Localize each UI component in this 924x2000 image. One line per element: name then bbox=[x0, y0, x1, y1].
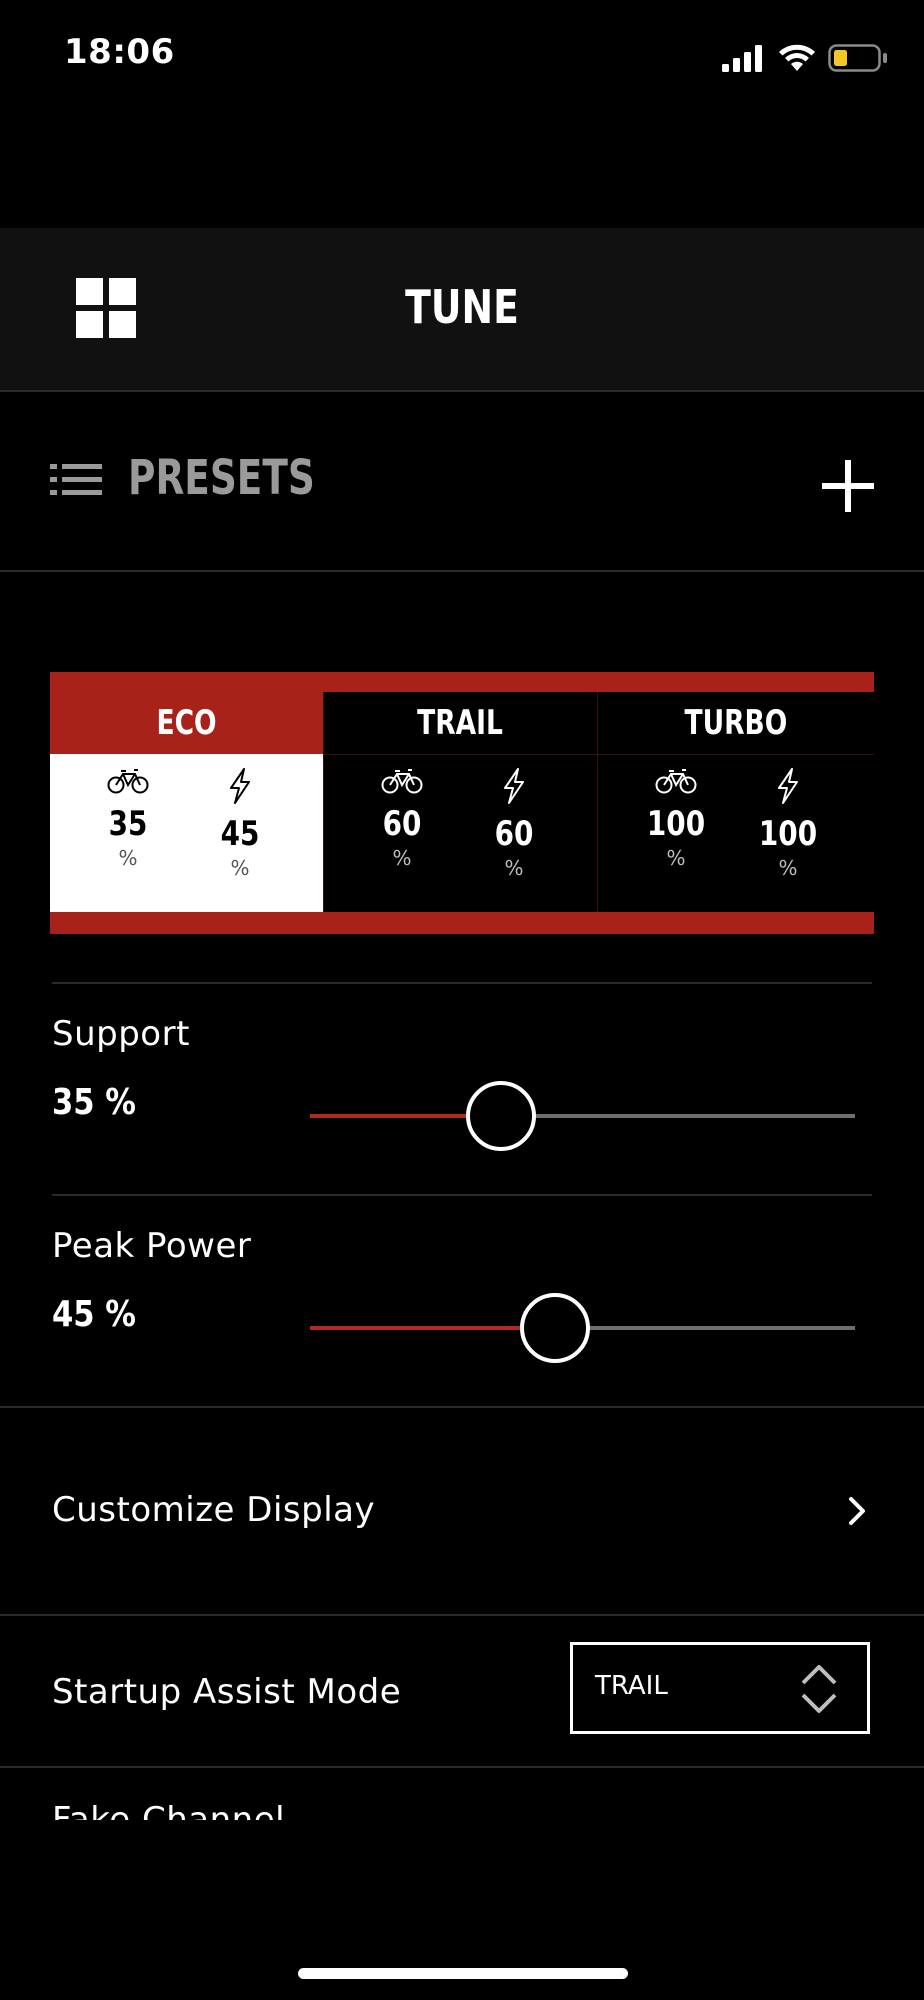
support-value-text: 35 % bbox=[52, 1082, 136, 1123]
startup-assist-row: Startup Assist Mode TRAIL bbox=[0, 1616, 924, 1766]
peak-power-slider-fill bbox=[310, 1326, 556, 1330]
support-label: Support bbox=[52, 1014, 190, 1054]
customize-display-label: Customize Display bbox=[52, 1490, 376, 1530]
peak-power-slider-block: Peak Power 45 % bbox=[0, 1196, 924, 1406]
lightning-icon bbox=[230, 768, 250, 804]
peak-power-slider-thumb[interactable] bbox=[520, 1293, 591, 1363]
mode-name: TURBO bbox=[598, 692, 874, 755]
startup-assist-selected: TRAIL bbox=[595, 1671, 668, 1701]
peak-unit: % bbox=[778, 856, 798, 880]
peak-value: 100 bbox=[758, 814, 818, 854]
mode-values: 35 % 45 % bbox=[50, 754, 323, 912]
support-value: 60 bbox=[382, 804, 422, 844]
customize-display-row[interactable]: Customize Display bbox=[0, 1408, 924, 1614]
mode-eco[interactable]: ECO 35 % 45 % bbox=[50, 692, 324, 912]
chevron-right-icon bbox=[849, 1497, 865, 1525]
assist-mode-selector: ECO 35 % 45 % TRAIL 60 % 60 % TURBO 100 … bbox=[50, 672, 874, 934]
divider bbox=[0, 1766, 924, 1768]
peak-column: 45 % bbox=[190, 768, 290, 880]
mode-name: TRAIL bbox=[324, 692, 597, 755]
lightning-icon bbox=[504, 768, 524, 804]
status-bar: 18:06 bbox=[0, 0, 924, 115]
peak-power-value-text: 45 % bbox=[52, 1294, 136, 1335]
support-unit: % bbox=[118, 846, 138, 870]
mode-trail[interactable]: TRAIL 60 % 60 % bbox=[324, 692, 598, 912]
cellular-signal-icon bbox=[722, 45, 762, 72]
mode-turbo[interactable]: TURBO 100 % 100 % bbox=[598, 692, 874, 912]
peak-power-slider[interactable] bbox=[310, 1293, 855, 1363]
peak-column: 100 % bbox=[738, 768, 838, 880]
bike-icon bbox=[655, 769, 697, 794]
support-slider-thumb[interactable] bbox=[465, 1081, 536, 1151]
support-slider[interactable] bbox=[310, 1081, 855, 1151]
peak-column: 60 % bbox=[464, 768, 564, 880]
up-down-arrows-icon bbox=[801, 1665, 837, 1713]
bike-icon bbox=[381, 769, 423, 794]
peak-value: 45 bbox=[220, 814, 260, 854]
mode-name: ECO bbox=[50, 692, 323, 754]
support-unit: % bbox=[666, 846, 686, 870]
fake-channel-row[interactable]: Fake Channel bbox=[0, 1770, 924, 1820]
status-icons bbox=[722, 40, 888, 76]
page-title: TUNE bbox=[405, 280, 519, 334]
header: TUNE bbox=[0, 228, 924, 392]
presets-label: PRESETS bbox=[128, 450, 315, 506]
peak-unit: % bbox=[230, 856, 250, 880]
support-value: 100 bbox=[646, 804, 706, 844]
presets-row[interactable]: PRESETS bbox=[0, 392, 924, 572]
startup-assist-select[interactable]: TRAIL bbox=[570, 1642, 870, 1734]
wifi-icon bbox=[779, 44, 815, 71]
support-column: 100 % bbox=[626, 768, 726, 870]
peak-unit: % bbox=[504, 856, 524, 880]
peak-value: 60 bbox=[494, 814, 534, 854]
support-unit: % bbox=[392, 846, 412, 870]
mode-values: 100 % 100 % bbox=[598, 754, 874, 912]
add-preset-icon[interactable] bbox=[822, 460, 874, 512]
support-value: 35 bbox=[108, 804, 148, 844]
status-time: 18:06 bbox=[64, 32, 175, 72]
home-indicator bbox=[298, 1968, 628, 1979]
mode-values: 60 % 60 % bbox=[324, 754, 597, 912]
fake-channel-label: Fake Channel bbox=[52, 1800, 286, 1820]
bike-icon bbox=[107, 769, 149, 794]
peak-power-label: Peak Power bbox=[52, 1226, 252, 1266]
support-slider-block: Support 35 % bbox=[0, 984, 924, 1194]
startup-assist-label: Startup Assist Mode bbox=[52, 1672, 402, 1712]
support-column: 60 % bbox=[352, 768, 452, 870]
list-icon bbox=[50, 464, 102, 495]
battery-icon bbox=[828, 44, 887, 72]
support-column: 35 % bbox=[78, 768, 178, 870]
lightning-icon bbox=[778, 768, 798, 804]
